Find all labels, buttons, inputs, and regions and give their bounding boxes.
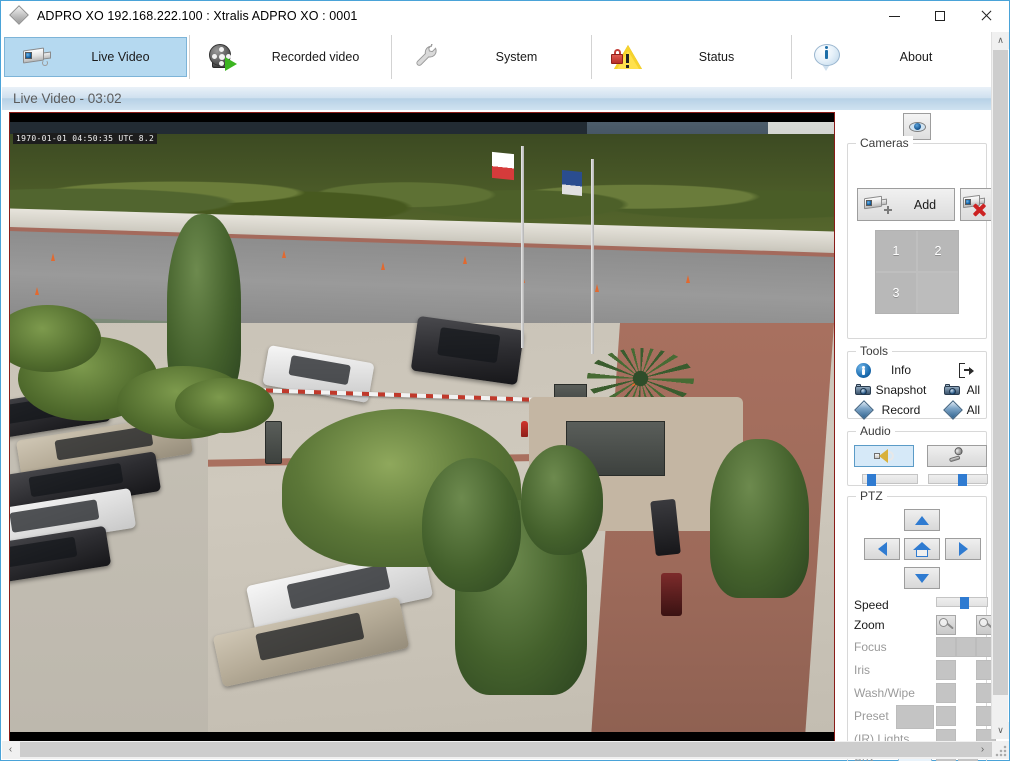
tab-live-video[interactable]: Live Video <box>2 35 190 79</box>
camera-icon <box>19 40 55 74</box>
tool-snapshot-all-label[interactable]: All <box>967 383 980 397</box>
camera-add-icon <box>862 193 896 217</box>
ptz-speed-slider[interactable] <box>936 597 988 609</box>
tools-group: Tools Info Snapshot All Record All <box>847 344 987 420</box>
tool-row-info[interactable]: Info <box>848 360 986 380</box>
camera-grid[interactable]: 1 2 3 <box>875 230 959 314</box>
ptz-group: PTZ Speed Zoom Focus Iris Wash/Wipe Pres… <box>847 489 996 761</box>
add-camera-label: Add <box>913 197 937 212</box>
ptz-down-button[interactable] <box>904 567 940 589</box>
tab-live-video-label: Live Video <box>91 50 150 64</box>
window-title: ADPRO XO 192.168.222.100 : Xtralis ADPRO… <box>37 9 358 23</box>
close-button[interactable] <box>963 1 1009 31</box>
camera-cell-1[interactable]: 1 <box>876 231 916 271</box>
title-bar: ADPRO XO 192.168.222.100 : Xtralis ADPRO… <box>1 1 1009 31</box>
ptz-right-button[interactable] <box>945 538 981 560</box>
ptz-zoom-label: Zoom <box>854 618 885 632</box>
microphone-volume-slider[interactable] <box>928 474 988 486</box>
zoom-out-button[interactable] <box>936 615 956 635</box>
tool-row-snapshot[interactable]: Snapshot All <box>848 380 986 400</box>
tools-group-legend: Tools <box>856 344 893 358</box>
export-icon[interactable] <box>956 361 976 379</box>
page-title: Live Video - 03:02 <box>13 91 122 106</box>
ptz-left-button[interactable] <box>864 538 900 560</box>
iris-close-button[interactable] <box>936 660 956 680</box>
warning-lock-icon <box>609 40 645 74</box>
resize-grip-icon[interactable] <box>995 745 1007 757</box>
tab-about[interactable]: About <box>792 35 990 79</box>
camera-icon <box>854 381 874 399</box>
tab-system[interactable]: System <box>392 35 592 79</box>
tool-record-label: Record <box>881 403 921 417</box>
video-canvas[interactable]: 1970-01-01 04:50:35 UTC 8.2 <box>10 122 834 732</box>
speaker-volume-slider[interactable] <box>862 474 918 486</box>
cameras-group-legend: Cameras <box>856 136 913 150</box>
main-toolbar: Live Video Recorded video System Status … <box>2 32 992 82</box>
focus-auto-button[interactable] <box>956 637 976 657</box>
ptz-iris-label: Iris <box>854 663 870 677</box>
diamond-all-icon[interactable] <box>942 400 963 420</box>
app-diamond-icon <box>9 5 31 27</box>
scroll-left-icon[interactable]: ‹ <box>2 741 19 758</box>
tab-system-label: System <box>495 50 538 64</box>
tab-status-label: Status <box>698 50 735 64</box>
tool-snapshot-label: Snapshot <box>875 383 927 397</box>
live-video-panel[interactable]: 1970-01-01 04:50:35 UTC 8.2 <box>9 112 835 742</box>
preset-goto-button[interactable] <box>936 706 956 726</box>
camera-cell-3[interactable]: 3 <box>876 273 916 313</box>
section-header: Live Video - 03:02 <box>2 86 992 110</box>
info-icon <box>854 361 874 379</box>
right-sidebar: Cameras Add 1 2 3 Tools Info Snapshot Al… <box>841 111 996 761</box>
ptz-washwipe-label: Wash/Wipe <box>854 686 915 700</box>
tool-record-all-label[interactable]: All <box>967 403 980 417</box>
add-camera-button[interactable]: Add <box>857 188 955 221</box>
scroll-up-icon[interactable]: ∧ <box>992 32 1009 49</box>
ptz-speed-label: Speed <box>854 598 889 612</box>
maximize-button[interactable] <box>917 1 963 31</box>
focus-near-button[interactable] <box>936 637 956 657</box>
wrench-icon <box>409 40 445 74</box>
cameras-group: Cameras Add 1 2 3 <box>847 136 994 339</box>
video-timestamp-overlay: 1970-01-01 04:50:35 UTC 8.2 <box>13 133 158 144</box>
tab-about-label: About <box>899 50 933 64</box>
tool-info-label: Info <box>890 363 911 377</box>
speaker-icon[interactable] <box>854 445 914 467</box>
horizontal-scroll-thumb[interactable] <box>20 742 992 757</box>
wash-button[interactable] <box>936 683 956 703</box>
vertical-scroll-thumb[interactable] <box>993 50 1008 695</box>
horizontal-scrollbar[interactable]: ‹ › <box>2 741 1009 759</box>
ptz-home-button[interactable] <box>904 538 940 560</box>
preset-input[interactable] <box>896 705 934 729</box>
tool-row-record[interactable]: Record All <box>848 400 986 420</box>
ptz-group-legend: PTZ <box>856 489 887 503</box>
vertical-scrollbar[interactable]: ∧ ∨ <box>991 32 1009 739</box>
diamond-icon <box>854 400 874 420</box>
ptz-up-button[interactable] <box>904 509 940 531</box>
camera-cell-4[interactable] <box>918 273 958 313</box>
minimize-button[interactable] <box>871 1 917 31</box>
info-bubble-icon <box>809 40 845 74</box>
camera-delete-icon[interactable] <box>960 188 994 221</box>
tab-status[interactable]: Status <box>592 35 792 79</box>
audio-group: Audio <box>847 424 988 486</box>
application-window: ADPRO XO 192.168.222.100 : Xtralis ADPRO… <box>0 0 1010 761</box>
camera-cell-2[interactable]: 2 <box>918 231 958 271</box>
scroll-right-icon[interactable]: › <box>974 741 991 758</box>
film-reel-icon <box>207 40 243 74</box>
microphone-icon[interactable] <box>927 445 987 467</box>
tab-recorded-video[interactable]: Recorded video <box>190 35 392 79</box>
ptz-preset-label: Preset <box>854 709 889 723</box>
window-controls <box>871 1 1009 31</box>
tab-recorded-video-label: Recorded video <box>271 50 360 64</box>
ptz-focus-label: Focus <box>854 640 887 654</box>
audio-group-legend: Audio <box>856 424 895 438</box>
scroll-down-icon[interactable]: ∨ <box>992 722 1009 739</box>
camera-all-icon[interactable] <box>943 381 963 399</box>
